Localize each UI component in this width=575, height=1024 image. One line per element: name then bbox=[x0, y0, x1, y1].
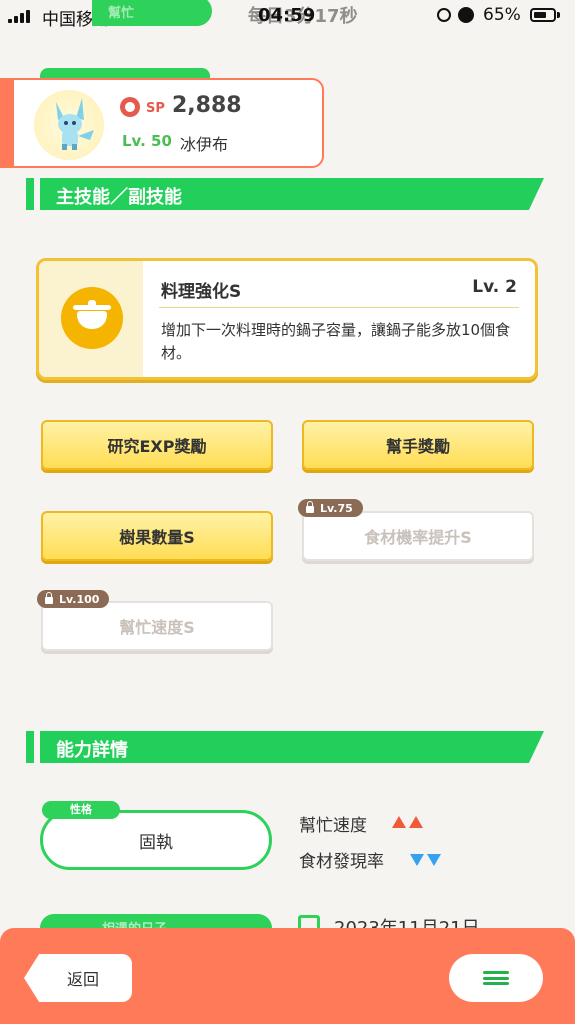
section-header-stats: 能力詳情 bbox=[26, 731, 544, 763]
sub-skill-label: 幫忙速度S bbox=[119, 618, 195, 637]
sub-skill-label: 樹果數量S bbox=[119, 528, 195, 547]
sub-skill-button[interactable]: 研究EXP獎勵 bbox=[41, 420, 273, 470]
main-skill-name: 料理強化S bbox=[161, 282, 242, 302]
section-title-skills: 主技能／副技能 bbox=[56, 187, 182, 208]
sub-skill-button-locked[interactable]: 食材機率提升S bbox=[302, 511, 534, 561]
signal-icon bbox=[8, 9, 36, 23]
pokemon-name: 冰伊布 bbox=[180, 135, 229, 154]
lock-icon bbox=[306, 500, 314, 513]
lock-level: Lv.100 bbox=[59, 592, 100, 606]
back-button[interactable]: 返回 bbox=[24, 954, 132, 1002]
alarm-icon bbox=[458, 7, 474, 23]
lock-badge: Lv.100 bbox=[37, 590, 110, 608]
nature-box[interactable]: 固執 bbox=[40, 810, 272, 870]
main-skill-description: 增加下一次料理時的鍋子容量，讓鍋子能多放10個食材。 bbox=[161, 321, 511, 362]
section-header-skills: 主技能／副技能 bbox=[26, 178, 544, 210]
pokemon-level: Lv. 50 bbox=[122, 132, 172, 150]
sp-value: 2,888 bbox=[172, 93, 242, 118]
nature-effect-up-label: 幫忙速度 bbox=[299, 816, 367, 836]
battery-icon bbox=[530, 8, 556, 22]
battery-tip bbox=[557, 12, 560, 18]
menu-button[interactable] bbox=[449, 954, 543, 1002]
battery-percent: 65% bbox=[483, 5, 521, 25]
back-label: 返回 bbox=[66, 970, 99, 989]
glaceon-sprite bbox=[56, 98, 94, 150]
ghost-tab: 幫忙 bbox=[92, 0, 212, 26]
hamburger-icon bbox=[483, 969, 509, 988]
divider bbox=[159, 307, 519, 308]
sub-skill-label: 幫手獎勵 bbox=[385, 437, 450, 456]
pot-icon bbox=[61, 287, 123, 349]
sub-skill-button-locked[interactable]: 幫忙速度S bbox=[41, 601, 273, 651]
lock-level: Lv.75 bbox=[320, 501, 353, 515]
pokemon-avatar bbox=[34, 90, 104, 160]
sp-label: SP bbox=[146, 101, 165, 116]
sub-skill-label: 研究EXP獎勵 bbox=[107, 437, 207, 456]
status-bar: 中国移动 幫忙 每日3分17秒 04:59 65% bbox=[0, 0, 575, 32]
sub-skill-button[interactable]: 樹果數量S bbox=[41, 511, 273, 561]
nature-tag: 性格 bbox=[42, 801, 120, 819]
lock-icon bbox=[45, 591, 53, 604]
up-arrows-icon bbox=[392, 813, 426, 832]
rotation-lock-icon bbox=[437, 8, 451, 22]
sp-icon bbox=[120, 97, 140, 117]
down-arrows-icon bbox=[410, 851, 444, 870]
clock: 04:59 bbox=[258, 5, 316, 26]
lock-badge: Lv.75 bbox=[298, 499, 363, 517]
section-title-stats: 能力詳情 bbox=[56, 740, 128, 761]
main-skill-card[interactable]: 料理強化S Lv. 2 增加下一次料理時的鍋子容量，讓鍋子能多放10個食材。 bbox=[36, 258, 538, 380]
nature-effect-down-label: 食材發現率 bbox=[299, 852, 384, 872]
sub-skill-button[interactable]: 幫手獎勵 bbox=[302, 420, 534, 470]
nature-value: 固執 bbox=[139, 832, 173, 853]
main-skill-level: Lv. 2 bbox=[472, 277, 517, 297]
sub-skill-label: 食材機率提升S bbox=[364, 528, 472, 547]
